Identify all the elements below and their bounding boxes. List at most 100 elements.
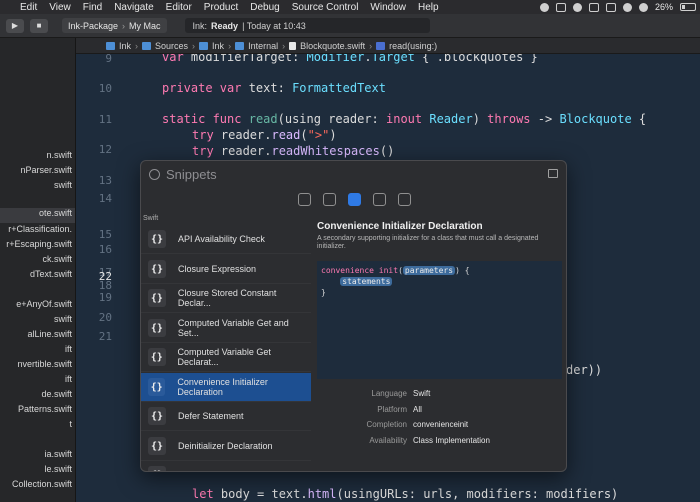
meta-row: Language Swift [317,389,563,403]
file-item[interactable]: r+Escaping.swift [0,239,75,254]
file-item-selected[interactable]: ote.swift [0,208,75,223]
sync-icon[interactable] [572,2,582,12]
code-braces-icon: {} [148,466,166,471]
flag-icon[interactable] [605,2,616,12]
line-number: 9 [105,54,112,65]
breadcrumb-item[interactable]: read(using:) [389,41,437,51]
meta-value: All [413,405,422,414]
line-number: 10 [98,82,112,95]
meta-key: Completion [366,420,407,429]
snippet-item[interactable]: {} [141,461,311,471]
snippet-label: API Availability Check [178,234,265,244]
code-line: private var text: FormattedText [162,81,386,95]
menu-edit[interactable]: Edit [14,2,43,13]
file-item[interactable]: ift [0,344,75,359]
placeholder-token: parameters [402,266,456,275]
menu-bar: Edit View Find Navigate Editor Product D… [0,0,700,14]
code-braces-icon: {} [148,407,166,425]
breadcrumb-item[interactable]: Ink [212,41,224,51]
status-tray: 26% [539,0,696,14]
menu-help[interactable]: Help [412,2,445,13]
snippet-item[interactable]: {} API Availability Check [141,225,311,254]
run-button[interactable]: ▶ [6,18,24,33]
scheme-selector[interactable]: Ink-Package › My Mac [62,18,167,33]
meta-row: Platform All [317,405,563,419]
file-item[interactable]: r+Classification. [0,224,75,239]
line-number: 16 [98,243,112,256]
menu-view[interactable]: View [43,2,77,13]
activity-status: Ink: Ready | Today at 10:43 [184,18,430,33]
code-line: try reader.read(">") [192,128,337,142]
window-mode-icon[interactable] [548,169,558,178]
menu-navigate[interactable]: Navigate [108,2,159,13]
file-item[interactable]: ift [0,374,75,389]
snippet-description: A secondary supporting initializer for a… [317,235,539,250]
tab-modifiers-icon[interactable] [323,193,336,206]
snippet-item[interactable]: {} Computed Variable Get and Set... [141,314,311,343]
file-item[interactable]: nParser.swift [0,165,75,180]
file-item[interactable]: ck.swift [0,254,75,269]
file-item[interactable]: alLine.swift [0,329,75,344]
file-item[interactable]: e+AnyOf.swift [0,299,75,314]
tab-snippets-icon[interactable] [348,193,361,206]
wifi-icon[interactable] [622,2,632,12]
snippet-item[interactable]: {} Deinitializer Declaration [141,432,311,461]
tab-views-icon[interactable] [298,193,311,206]
snippet-list: {} API Availability Check {} Closure Exp… [141,225,311,471]
breadcrumb-item[interactable]: Ink [119,41,131,51]
file-item[interactable]: n.swift [0,150,75,165]
file-item[interactable]: le.swift [0,464,75,479]
file-item[interactable]: dText.swift [0,269,75,284]
tab-colors-icon[interactable] [398,193,411,206]
breadcrumb-item[interactable]: Blockquote.swift [300,41,365,51]
battery-icon[interactable] [680,3,696,11]
folder-icon [199,41,209,50]
file-item[interactable]: swift [0,180,75,195]
code-braces-icon: {} [148,230,166,248]
record-icon[interactable] [539,2,549,12]
code-keyword: convenience init [321,266,399,275]
chevron-right-icon: › [369,40,373,51]
stop-button[interactable]: ■ [30,18,48,33]
screen-icon[interactable] [555,2,566,12]
menu-source-control[interactable]: Source Control [286,2,365,13]
method-icon [376,41,386,50]
swift-file-icon [289,41,297,50]
keyboard-icon[interactable] [588,2,599,12]
file-item[interactable]: t [0,419,75,434]
menu-window[interactable]: Window [364,2,412,13]
file-item[interactable]: Patterns.swift [0,404,75,419]
line-number: 14 [98,192,112,205]
menu-find[interactable]: Find [77,2,108,13]
breadcrumb-item[interactable]: Internal [248,41,278,51]
snippet-item[interactable]: {} Closure Expression [141,255,311,284]
chevron-right-icon: › [228,40,232,51]
code-braces-icon: {} [148,260,166,278]
file-item[interactable]: nvertible.swift [0,359,75,374]
file-item[interactable]: swift [0,314,75,329]
breadcrumb-item[interactable]: Sources [155,41,188,51]
snippet-item-selected[interactable]: {} Convenience Initializer Declaration [141,373,311,402]
file-item[interactable]: ia.swift [0,449,75,464]
section-header: Swift [143,215,159,222]
status-app: Ink: [192,20,208,31]
snippet-item[interactable]: {} Defer Statement [141,402,311,431]
menu-debug[interactable]: Debug [244,2,285,13]
code-line: try reader.readWhitespaces() [192,144,395,158]
snippet-item[interactable]: {} Computed Variable Get Declarat... [141,343,311,372]
file-item[interactable]: de.swift [0,389,75,404]
file-item[interactable]: Collection.swift [0,479,75,494]
search-icon [149,168,160,180]
file-item[interactable] [0,284,75,299]
snippet-item[interactable]: {} Closure Stored Constant Declar... [141,284,311,313]
chevron-right-icon: › [122,20,126,31]
volume-icon[interactable] [638,2,648,12]
meta-value: Class Implementation [413,436,490,445]
project-navigator: n.swift nParser.swift swift ote.swift r+… [0,38,76,502]
tab-media-icon[interactable] [373,193,386,206]
menu-product[interactable]: Product [198,2,244,13]
line-number: 19 [98,291,112,304]
snippet-label: Computed Variable Get Declarat... [177,347,271,367]
menu-editor[interactable]: Editor [160,2,198,13]
snippets-search-bar[interactable]: Snippets [141,161,566,187]
